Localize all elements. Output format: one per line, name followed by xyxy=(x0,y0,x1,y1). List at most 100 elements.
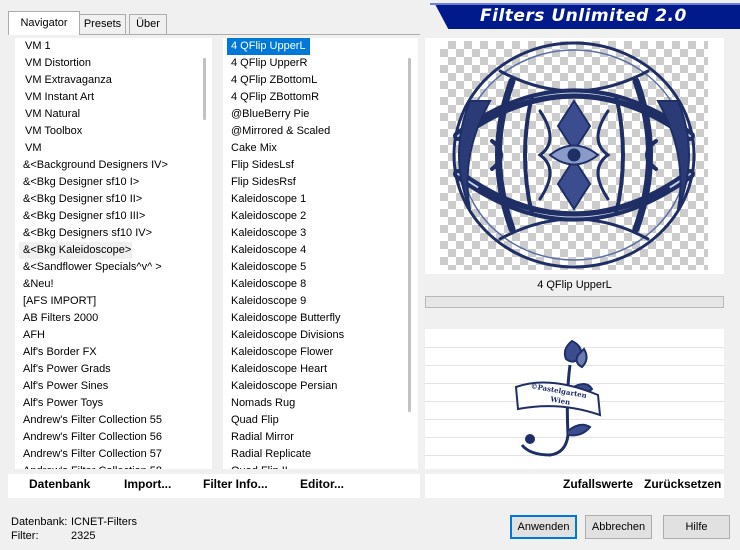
preview-progress-bar xyxy=(425,296,724,308)
filter-list-item[interactable]: Radial Replicate xyxy=(223,446,344,463)
abbrechen-label: Abbrechen xyxy=(591,521,646,533)
kaleidoscope-preview-image xyxy=(452,41,696,269)
editor-button[interactable]: Editor... xyxy=(300,477,344,491)
category-list-item[interactable]: &<Bkg Designers sf10 IV> xyxy=(15,225,168,242)
watermark-logo: ©Pastelgarten Wien xyxy=(514,339,602,457)
filter-list-item[interactable]: Quad Flip xyxy=(223,412,344,429)
filter-list-item[interactable]: Kaleidoscope Persian xyxy=(223,378,344,395)
filter-list-item[interactable]: 4 QFlip UpperL xyxy=(227,38,310,55)
filter-list-item[interactable]: Kaleidoscope Butterfly xyxy=(223,310,344,327)
filter-list-item[interactable]: 4 QFlip UpperR xyxy=(223,55,344,72)
filter-list-item[interactable]: Cake Mix xyxy=(223,140,344,157)
category-list-item[interactable]: VM xyxy=(15,140,168,157)
category-list-item[interactable]: Andrew's Filter Collection 56 xyxy=(15,429,168,446)
hilfe-button[interactable]: Hilfe xyxy=(663,515,730,539)
editor-label: Editor... xyxy=(300,477,345,491)
tab-presets-label: Presets xyxy=(83,18,122,30)
category-list-item[interactable]: Andrew's Filter Collection 57 xyxy=(15,446,168,463)
filter-info-label: Filter Info... xyxy=(203,477,268,491)
category-list-item[interactable]: Andrew's Filter Collection 55 xyxy=(15,412,168,429)
filter-list-item[interactable]: Kaleidoscope 5 xyxy=(223,259,344,276)
filter-list-item[interactable]: Nomads Rug xyxy=(223,395,344,412)
app-header: Filters Unlimited 2.0 xyxy=(430,3,740,29)
filter-list-item[interactable]: Radial Mirror xyxy=(223,429,344,446)
status-database: Datenbank: ICNET-Filters xyxy=(11,516,137,528)
filter-list-item[interactable]: Flip SidesRsf xyxy=(223,174,344,191)
category-list-item[interactable]: VM 1 xyxy=(15,38,168,55)
category-list-item[interactable]: VM Extravaganza xyxy=(15,72,168,89)
zufallswerte-label: Zufallswerte xyxy=(563,477,634,491)
preview-canvas xyxy=(440,41,708,270)
status-filter-count: Filter: 2325 xyxy=(11,530,95,542)
anwenden-label: Anwenden xyxy=(517,521,570,533)
filter-list-item[interactable]: @BlueBerry Pie xyxy=(223,106,344,123)
filter-list-item[interactable]: Kaleidoscope 4 xyxy=(223,242,344,259)
preset-toolbar: Zufallswerte Zurücksetzen xyxy=(425,474,724,498)
preview-area xyxy=(425,38,724,274)
status-database-label: Datenbank: xyxy=(11,516,68,528)
filter-list-item[interactable]: Kaleidoscope 1 xyxy=(223,191,344,208)
category-list-item[interactable]: Andrew's Filter Collection 58 xyxy=(15,463,168,469)
category-list-item[interactable]: Alf's Power Sines xyxy=(15,378,168,395)
category-list-item[interactable]: Alf's Border FX xyxy=(15,344,168,361)
filter-list-item[interactable]: Kaleidoscope Divisions xyxy=(223,327,344,344)
filter-list-item[interactable]: Kaleidoscope Flower xyxy=(223,344,344,361)
status-filter-label: Filter: xyxy=(11,530,39,542)
status-filter-value: 2325 xyxy=(71,530,96,542)
zufallswerte-button[interactable]: Zufallswerte xyxy=(563,477,633,491)
filter-list-item[interactable]: Kaleidoscope 2 xyxy=(223,208,344,225)
parameter-panel: ©Pastelgarten Wien xyxy=(425,329,724,469)
category-list-item[interactable]: AFH xyxy=(15,327,168,344)
category-scrollbar[interactable] xyxy=(197,38,212,469)
filter-list-item[interactable]: Kaleidoscope Heart xyxy=(223,361,344,378)
filter-scroll-thumb[interactable] xyxy=(408,58,411,412)
category-list-item[interactable]: &Neu! xyxy=(15,276,168,293)
filter-list-item[interactable]: Kaleidoscope 8 xyxy=(223,276,344,293)
category-list-item[interactable]: &<Bkg Designer sf10 I> xyxy=(15,174,168,191)
filter-list-item[interactable]: @Mirrored & Scaled xyxy=(223,123,344,140)
filter-list-item[interactable]: 4 QFlip ZBottomL xyxy=(223,72,344,89)
tab-navigator[interactable]: Navigator xyxy=(8,11,80,35)
category-list-item[interactable]: &<Bkg Designer sf10 III> xyxy=(15,208,168,225)
category-list-item[interactable]: Alf's Power Grads xyxy=(15,361,168,378)
app-title: Filters Unlimited 2.0 xyxy=(480,6,687,26)
category-scroll-thumb[interactable] xyxy=(203,58,206,120)
filter-list-item[interactable]: Kaleidoscope 3 xyxy=(223,225,344,242)
category-list-item[interactable]: VM Toolbox xyxy=(15,123,168,140)
category-list-item[interactable]: AB Filters 2000 xyxy=(15,310,168,327)
filter-list-item[interactable]: Quad Flip II xyxy=(223,463,344,469)
zuruecksetzen-button[interactable]: Zurücksetzen xyxy=(644,477,721,491)
category-list-item[interactable]: &<Sandflower Specials^v^ > xyxy=(15,259,168,276)
category-items: VM 1 VM Distortion VM Extravaganza VM Insta… xyxy=(15,38,168,469)
category-list-item[interactable]: &<Bkg Designer sf10 II> xyxy=(15,191,168,208)
import-button[interactable]: Import... xyxy=(124,477,171,491)
tab-navigator-label: Navigator xyxy=(20,17,68,29)
tab-ueber[interactable]: Über xyxy=(129,14,167,34)
category-list-item[interactable]: VM Distortion xyxy=(15,55,168,72)
category-list[interactable]: VM 1 VM Distortion VM Extravaganza VM Insta… xyxy=(15,38,197,469)
preview-filter-name: 4 QFlip UpperL xyxy=(537,279,612,291)
anwenden-button[interactable]: Anwenden xyxy=(510,515,577,539)
category-list-item[interactable]: &<Bkg Kaleidoscope> xyxy=(19,242,132,259)
tab-ueber-label: Über xyxy=(136,18,160,30)
category-list-item[interactable]: &<Background Designers IV> xyxy=(15,157,168,174)
filter-list-item[interactable]: 4 QFlip ZBottomR xyxy=(223,89,344,106)
datenbank-button[interactable]: Datenbank xyxy=(29,477,90,491)
abbrechen-button[interactable]: Abbrechen xyxy=(585,515,652,539)
category-list-item[interactable]: VM Natural xyxy=(15,106,168,123)
status-database-value: ICNET-Filters xyxy=(71,516,137,528)
zuruecksetzen-label: Zurücksetzen xyxy=(644,477,722,491)
filter-list[interactable]: 4 QFlip UpperL 4 QFlip UpperR 4 QFlip ZBot… xyxy=(223,38,401,469)
category-list-item[interactable]: Alf's Power Toys xyxy=(15,395,168,412)
import-label: Import... xyxy=(124,477,172,491)
hilfe-label: Hilfe xyxy=(685,521,708,533)
list-toolbar: Datenbank Import... Filter Info... Edito… xyxy=(8,474,420,498)
tab-presets[interactable]: Presets xyxy=(79,14,126,34)
filter-info-button[interactable]: Filter Info... xyxy=(203,477,268,491)
filter-scrollbar[interactable] xyxy=(401,38,418,469)
filter-list-item[interactable]: Flip SidesLsf xyxy=(223,157,344,174)
category-list-item[interactable]: VM Instant Art xyxy=(15,89,168,106)
category-list-item[interactable]: [AFS IMPORT] xyxy=(15,293,168,310)
datenbank-label: Datenbank xyxy=(29,477,91,491)
filter-list-item[interactable]: Kaleidoscope 9 xyxy=(223,293,344,310)
